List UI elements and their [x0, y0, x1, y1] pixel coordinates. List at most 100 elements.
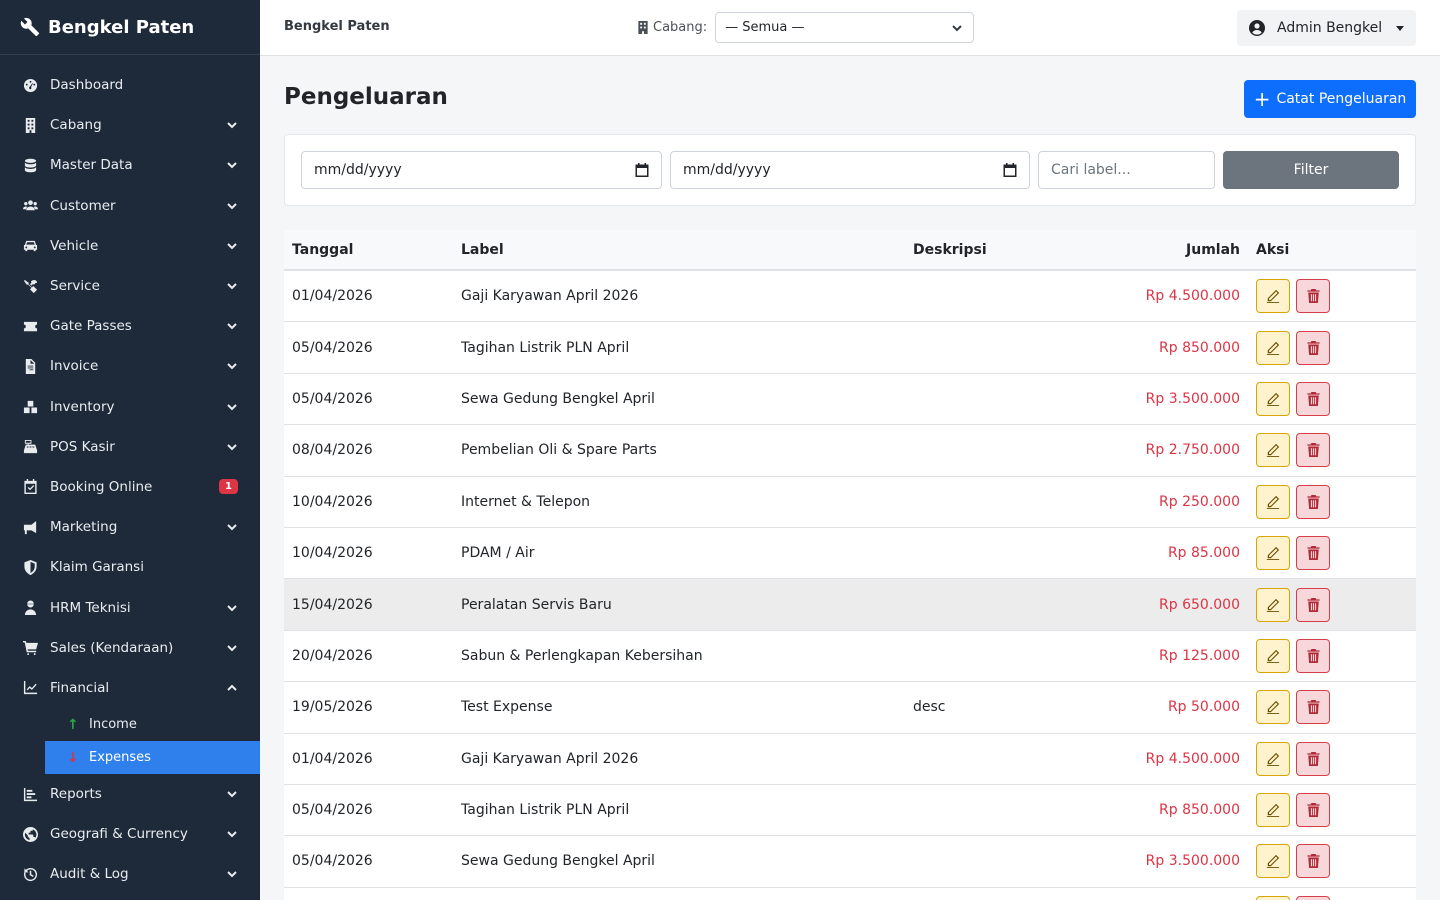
pencil-icon [1266, 341, 1280, 355]
sidebar-subitem-income[interactable]: ↑ Income [45, 708, 260, 741]
delete-button[interactable] [1296, 484, 1330, 519]
sidebar-item-geografi-currency[interactable]: Geografi & Currency [0, 814, 260, 854]
cell-actions [1248, 484, 1416, 519]
sidebar-item-marketing[interactable]: Marketing [0, 507, 260, 547]
trash-icon [1306, 546, 1320, 561]
sidebar-item-audit-log[interactable]: Audit & Log [0, 854, 260, 894]
trash-icon [1306, 597, 1320, 612]
chart-line-icon [22, 680, 38, 696]
filter-button[interactable]: Filter [1223, 151, 1399, 189]
edit-button[interactable] [1256, 381, 1290, 416]
edit-button[interactable] [1256, 330, 1290, 365]
sidebar-item-pos-kasir[interactable]: POS Kasir [0, 427, 260, 467]
trash-icon [1306, 751, 1320, 766]
sidebar-item-master-data[interactable]: Master Data [0, 145, 260, 185]
user-circle-icon [1249, 20, 1265, 36]
user-name: Admin Bengkel [1277, 20, 1383, 36]
branch-select[interactable]: — Semua — [715, 12, 975, 43]
date-to-input[interactable]: mm/dd/yyyy [670, 151, 1030, 189]
sidebar-subitem-label: Expenses [89, 750, 151, 765]
cell-label: Tagihan Listrik PLN April [461, 802, 630, 819]
search-label-input[interactable] [1038, 151, 1215, 189]
cell-date: 10/04/2026 [292, 493, 373, 510]
sidebar-item-gate-passes[interactable]: Gate Passes [0, 306, 260, 346]
brand-title: Bengkel Paten [48, 16, 195, 38]
tools-icon [22, 278, 38, 294]
sidebar-item-cabang[interactable]: Cabang [0, 105, 260, 145]
sidebar-item-vehicle[interactable]: Vehicle [0, 226, 260, 266]
expenses-table: Tanggal Label Deskripsi Jumlah Aksi 01/0… [284, 230, 1416, 900]
sidebar-item-label: Vehicle [50, 237, 99, 254]
delete-button[interactable] [1296, 381, 1330, 416]
sidebar-item-inventory[interactable]: Inventory [0, 387, 260, 427]
notification-badge: 1 [219, 479, 238, 495]
delete-button[interactable] [1296, 844, 1330, 879]
date-from-input[interactable]: mm/dd/yyyy [301, 151, 662, 189]
sidebar-item-financial[interactable]: Financial [0, 668, 260, 708]
edit-button[interactable] [1256, 895, 1290, 900]
delete-button[interactable] [1296, 793, 1330, 828]
cell-actions [1248, 741, 1416, 776]
cell-label: Sewa Gedung Bengkel April [461, 853, 655, 870]
sidebar-item-label: Inventory [50, 398, 115, 415]
trash-icon [1306, 443, 1320, 458]
edit-button[interactable] [1256, 587, 1290, 622]
delete-button[interactable] [1296, 587, 1330, 622]
sidebar-item-dashboard[interactable]: Dashboard [0, 65, 260, 105]
delete-button[interactable] [1296, 741, 1330, 776]
chevron-down-icon [226, 642, 238, 654]
sidebar-item-invoice[interactable]: Invoice [0, 346, 260, 386]
cell-description: desc [913, 699, 946, 716]
edit-button[interactable] [1256, 844, 1290, 879]
delete-button[interactable] [1296, 279, 1330, 314]
cell-amount: Rp 4.500.000 [1145, 288, 1240, 305]
brand[interactable]: Bengkel Paten [0, 0, 260, 55]
sidebar-item-service[interactable]: Service [0, 266, 260, 306]
edit-button[interactable] [1256, 433, 1290, 468]
topbar: Bengkel Paten Cabang: — Semua — Admin Be… [260, 0, 1440, 56]
sidebar-item-klaim-garansi[interactable]: Klaim Garansi [0, 547, 260, 587]
sidebar-item-reports[interactable]: Reports [0, 774, 260, 814]
table-row: 08/04/2026 Pembelian Oli & Spare Parts Rp … [284, 425, 1416, 477]
sidebar-item-hrm-teknisi[interactable]: HRM Teknisi [0, 587, 260, 627]
delete-button[interactable] [1296, 536, 1330, 571]
edit-button[interactable] [1256, 638, 1290, 673]
sidebar-subitem-expenses[interactable]: ↓ Expenses [45, 741, 260, 774]
delete-button[interactable] [1296, 330, 1330, 365]
database-icon [22, 157, 38, 173]
user-menu[interactable]: Admin Bengkel [1237, 10, 1416, 46]
trash-icon [1306, 803, 1320, 818]
delete-button[interactable] [1296, 638, 1330, 673]
edit-button[interactable] [1256, 484, 1290, 519]
table-header: Tanggal Label Deskripsi Jumlah Aksi [284, 230, 1416, 271]
globe-icon [22, 826, 38, 842]
edit-button[interactable] [1256, 279, 1290, 314]
chevron-down-icon [226, 602, 238, 614]
sidebar-item-booking-online[interactable]: Booking Online 1 [0, 467, 260, 507]
shield-icon [22, 559, 38, 575]
edit-button[interactable] [1256, 690, 1290, 725]
boxes-icon [22, 399, 38, 415]
cell-label: Tagihan Listrik PLN April [461, 339, 630, 356]
sidebar-item-label: Booking Online [50, 478, 153, 495]
cell-actions [1248, 895, 1416, 900]
trash-icon [1306, 391, 1320, 406]
cell-actions [1248, 536, 1416, 571]
cell-amount: Rp 3.500.000 [1145, 853, 1240, 870]
add-expense-button[interactable]: + Catat Pengeluaran [1244, 80, 1416, 118]
delete-button[interactable] [1296, 433, 1330, 468]
sidebar-item-customer[interactable]: Customer [0, 186, 260, 226]
edit-button[interactable] [1256, 793, 1290, 828]
edit-button[interactable] [1256, 536, 1290, 571]
calendar-icon [635, 163, 649, 177]
branch-label: Cabang: [637, 20, 707, 35]
cell-date: 01/04/2026 [292, 750, 373, 767]
arrow-down-icon: ↓ [67, 749, 79, 766]
branch-selector: Cabang: — Semua — [637, 12, 975, 43]
list-chart-icon [22, 786, 38, 802]
edit-button[interactable] [1256, 741, 1290, 776]
sidebar-item-sales-kendaraan[interactable]: Sales (Kendaraan) [0, 628, 260, 668]
delete-button[interactable] [1296, 690, 1330, 725]
chevron-down-icon [226, 200, 238, 212]
delete-button[interactable] [1296, 895, 1330, 900]
